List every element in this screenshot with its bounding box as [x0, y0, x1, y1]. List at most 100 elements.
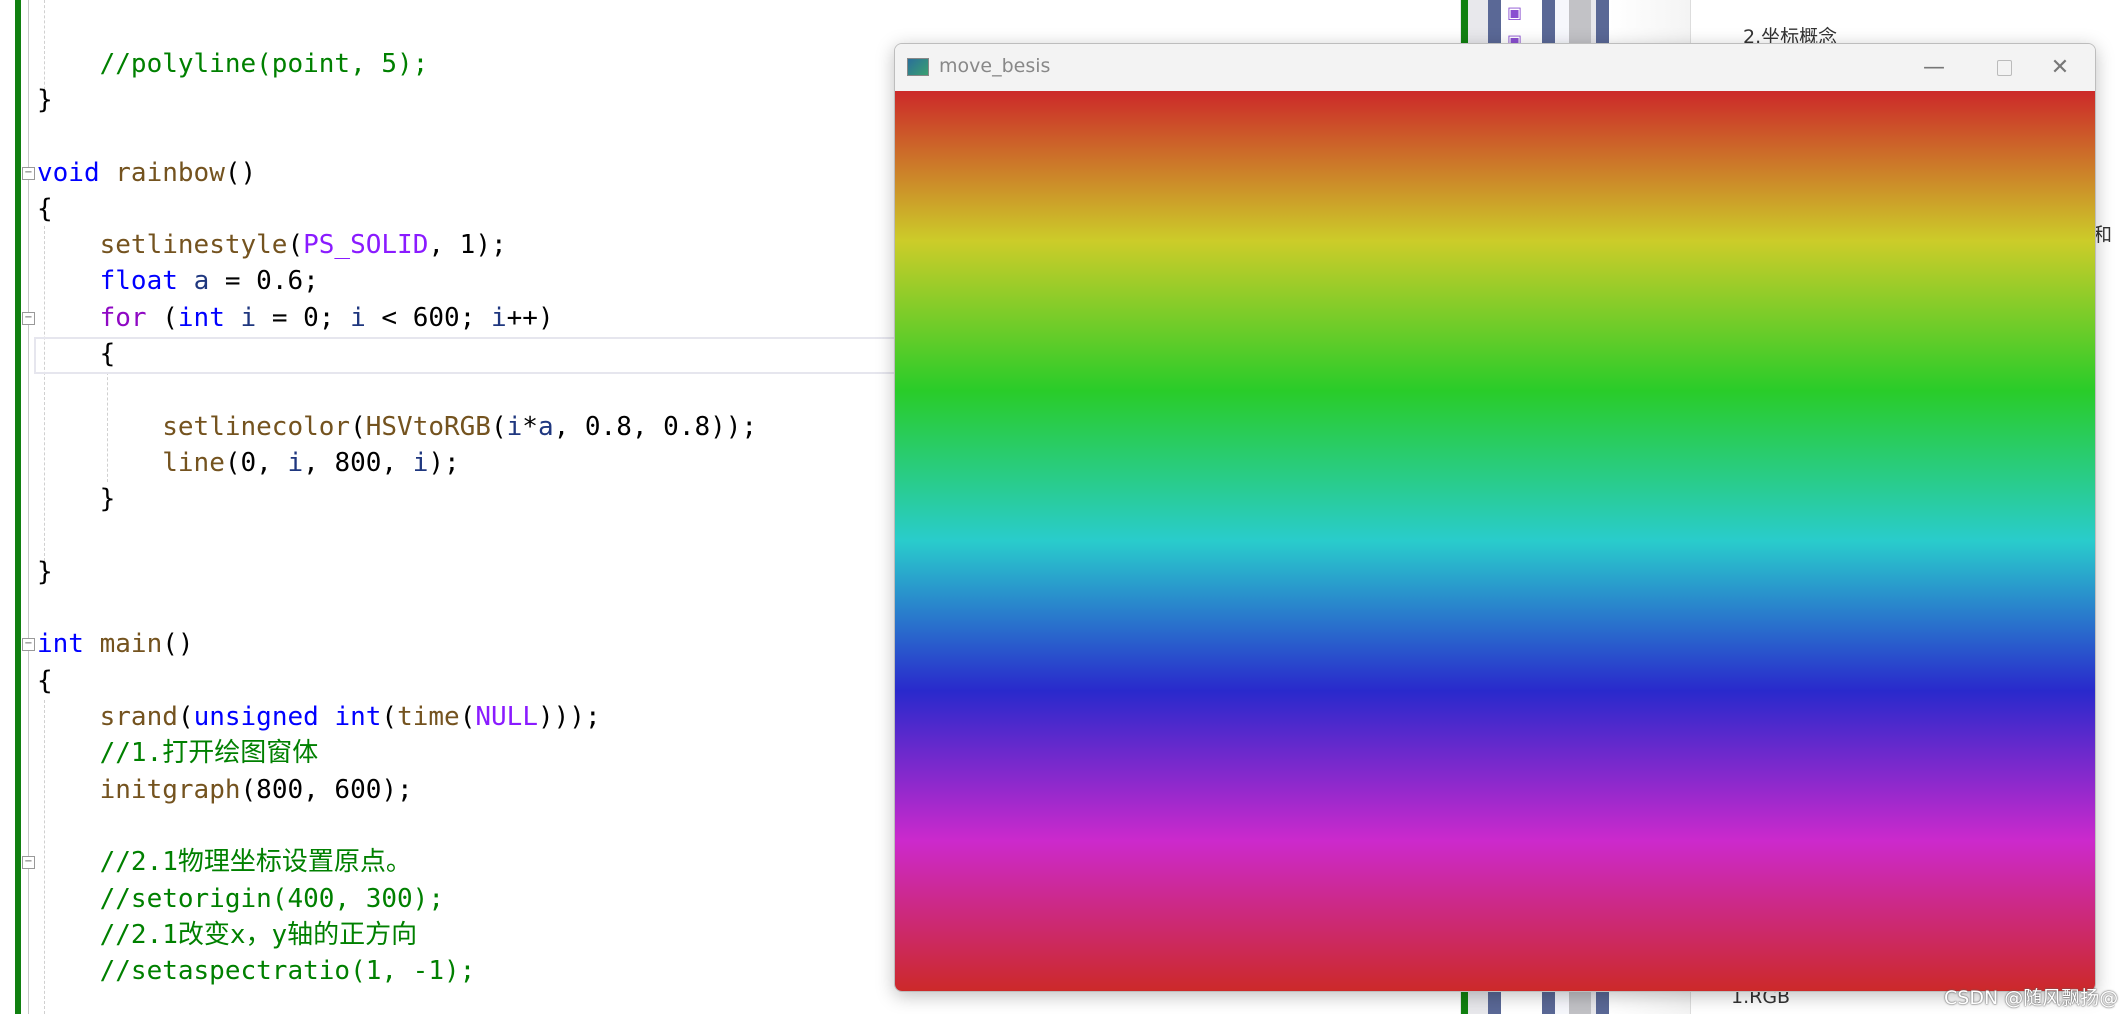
code-token: (0, — [224, 447, 288, 478]
code-token: ( — [177, 702, 194, 732]
code-token: ))); — [537, 702, 601, 732]
code-token: //polyline(point, 5); — [37, 48, 429, 79]
code-line[interactable]: setlinestyle(PS_SOLID, 1); — [37, 227, 507, 263]
code-token: setlinestyle — [99, 230, 288, 261]
code-token: * — [522, 411, 538, 442]
close-button[interactable]: ✕ — [2025, 44, 2095, 91]
code-token: NULL — [475, 702, 538, 732]
code-token: } — [37, 484, 116, 515]
code-line[interactable]: setlinecolor(HSVtoRGB(i*a, 0.8, 0.8)); — [37, 409, 757, 445]
code-token: i — [491, 302, 507, 333]
code-line[interactable]: { — [37, 191, 53, 227]
code-token: //setorigin(400, 300); — [37, 883, 444, 914]
code-token: i — [287, 447, 304, 478]
code-token: { — [37, 193, 53, 224]
code-line[interactable]: { — [37, 663, 53, 699]
code-token: ( — [146, 302, 178, 333]
code-token: { — [37, 339, 116, 369]
code-token: i — [506, 411, 523, 442]
code-token: int — [37, 629, 84, 660]
fold-toggle-icon[interactable]: − — [22, 856, 35, 870]
code-line[interactable]: //setaspectratio(1, -1); — [37, 953, 476, 989]
code-token: () — [224, 157, 257, 188]
code-token: //2.1改变x，y轴的正方向 — [37, 919, 418, 950]
code-token: ( — [350, 411, 366, 442]
fold-toggle-icon[interactable]: − — [22, 638, 35, 652]
code-token: float — [99, 266, 178, 297]
code-token: ( — [459, 702, 476, 732]
code-token: = 0.6; — [209, 266, 319, 297]
code-token: void — [37, 157, 100, 188]
code-line[interactable]: { — [37, 336, 116, 372]
code-token: = 0; — [256, 302, 351, 333]
code-token: for — [99, 302, 147, 333]
code-line[interactable]: srand(unsigned int(time(NULL))); — [37, 699, 601, 735]
code-token: unsigned — [193, 702, 319, 732]
code-line[interactable]: for (int i = 0; i < 600; i++) — [37, 300, 554, 336]
code-token: int — [177, 302, 225, 333]
code-token: , 0.8, 0.8)); — [553, 411, 758, 442]
fold-toggle-icon[interactable]: − — [22, 166, 35, 180]
code-token: a — [537, 411, 554, 442]
graphics-window[interactable]: move_besis — ✕ — [894, 43, 2096, 992]
code-line[interactable]: } — [37, 481, 116, 517]
window-titlebar[interactable]: move_besis — ✕ — [895, 44, 2095, 91]
code-line[interactable]: int main() — [37, 626, 194, 662]
minimize-button[interactable]: — — [1899, 44, 1969, 91]
code-token: srand — [99, 702, 178, 732]
rainbow-canvas — [895, 91, 2095, 991]
code-token: HSVtoRGB — [365, 411, 491, 442]
code-line[interactable]: initgraph(800, 600); — [37, 772, 413, 808]
code-line[interactable]: //2.1改变x，y轴的正方向 — [37, 917, 418, 953]
code-line[interactable]: void rainbow() — [37, 155, 256, 191]
code-token: } — [37, 556, 53, 587]
code-token: a — [193, 266, 210, 297]
code-token: ( — [490, 411, 507, 442]
close-icon: ✕ — [2050, 55, 2070, 80]
code-token: PS_SOLID — [303, 230, 429, 261]
maximize-icon — [1996, 60, 2012, 76]
code-token: ++) — [506, 302, 554, 333]
code-token: ); — [428, 447, 460, 478]
code-token: initgraph — [99, 774, 241, 805]
code-line[interactable]: float a = 0.6; — [37, 263, 319, 299]
code-token: () — [162, 629, 194, 660]
code-line[interactable]: //1.打开绘图窗体 — [37, 735, 319, 771]
code-line[interactable]: //2.1物理坐标设置原点。 — [37, 844, 412, 880]
code-token: ( — [287, 230, 304, 261]
code-token: ( — [381, 702, 398, 732]
class-icon: ▣ — [1507, 3, 1523, 22]
code-token: i — [350, 302, 366, 333]
code-token: setlinecolor — [162, 411, 351, 442]
code-token: time — [397, 702, 460, 732]
code-line[interactable]: } — [37, 554, 53, 590]
code-token: < 600; — [365, 302, 491, 333]
code-line[interactable]: //polyline(point, 5); — [37, 46, 429, 82]
minimize-icon: — — [1923, 55, 1945, 80]
code-token: //1.打开绘图窗体 — [37, 738, 319, 769]
code-token: //setaspectratio(1, -1); — [37, 956, 476, 987]
fold-toggle-icon[interactable]: − — [22, 311, 35, 325]
window-title: move_besis — [939, 55, 1051, 77]
code-token: i — [412, 447, 429, 478]
code-token: rainbow — [115, 157, 225, 188]
code-token: (800, 600); — [240, 774, 413, 805]
app-icon — [907, 58, 929, 76]
code-line[interactable]: //setorigin(400, 300); — [37, 881, 444, 917]
code-line[interactable]: line(0, i, 800, i); — [37, 445, 460, 481]
code-token: line — [162, 447, 225, 478]
code-token: } — [37, 84, 53, 115]
code-line[interactable]: } — [37, 82, 53, 118]
code-token: int — [334, 702, 382, 732]
